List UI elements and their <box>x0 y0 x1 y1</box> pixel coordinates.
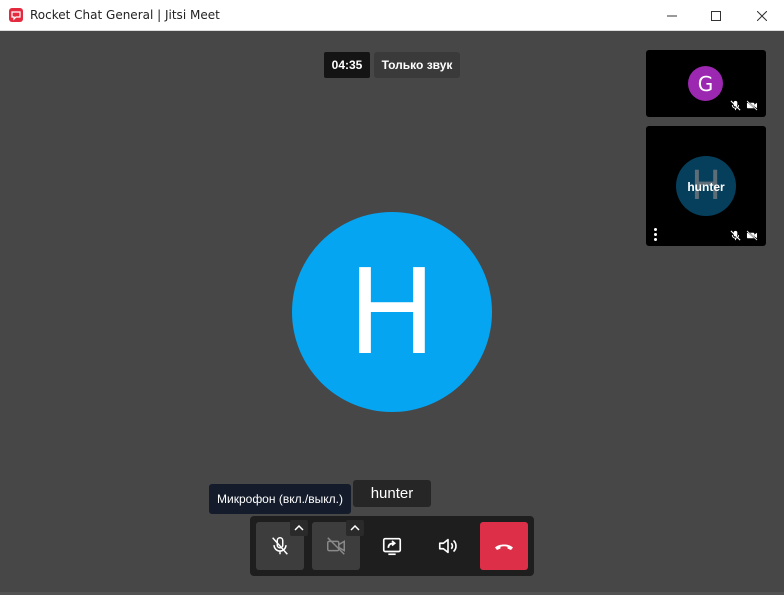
thumbnail-status-icons <box>730 100 758 111</box>
close-icon <box>756 10 767 21</box>
minimize-button[interactable] <box>649 0 694 31</box>
mic-off-icon <box>730 100 741 111</box>
minimize-icon <box>666 15 677 16</box>
mic-tooltip: Микрофон (вкл./выкл.) <box>209 484 351 514</box>
main-participant-name: hunter <box>353 480 431 507</box>
participant-thumbnail-hunter[interactable]: H hunter <box>646 126 766 246</box>
camera-off-icon <box>327 537 345 555</box>
mic-options-button[interactable] <box>290 520 308 536</box>
mic-off-icon <box>272 537 288 555</box>
maximize-icon <box>710 10 721 21</box>
avatar: G <box>688 66 723 101</box>
title-bar: Rocket Chat General | Jitsi Meet <box>0 0 784 31</box>
hangup-button[interactable] <box>480 522 528 570</box>
chevron-up-icon <box>294 525 304 531</box>
hangup-icon <box>495 544 513 550</box>
participant-thumbnail-g[interactable]: G <box>646 50 766 117</box>
chevron-up-icon <box>350 525 360 531</box>
screen-share-icon <box>382 537 402 556</box>
app-window: Rocket Chat General | Jitsi Meet 04:35 Т… <box>0 0 784 595</box>
audio-settings-button[interactable] <box>424 522 472 570</box>
close-button[interactable] <box>739 0 784 31</box>
camera-off-icon <box>746 100 758 111</box>
camera-off-icon <box>746 230 758 241</box>
audio-only-label: Только звук <box>374 52 460 78</box>
camera-options-button[interactable] <box>346 520 364 536</box>
screen-share-button[interactable] <box>368 522 416 570</box>
window-title: Rocket Chat General | Jitsi Meet <box>30 8 220 22</box>
call-toolbar <box>250 516 534 576</box>
volume-icon <box>438 538 457 554</box>
main-participant-avatar: H <box>292 212 492 412</box>
thumbnail-status-icons <box>730 230 758 241</box>
more-options-icon[interactable] <box>652 228 658 241</box>
mic-off-icon <box>730 230 741 241</box>
rocket-chat-app-icon <box>9 8 23 22</box>
participant-name: hunter <box>687 180 725 194</box>
call-timer: 04:35 <box>324 52 370 78</box>
maximize-button[interactable] <box>693 0 738 31</box>
